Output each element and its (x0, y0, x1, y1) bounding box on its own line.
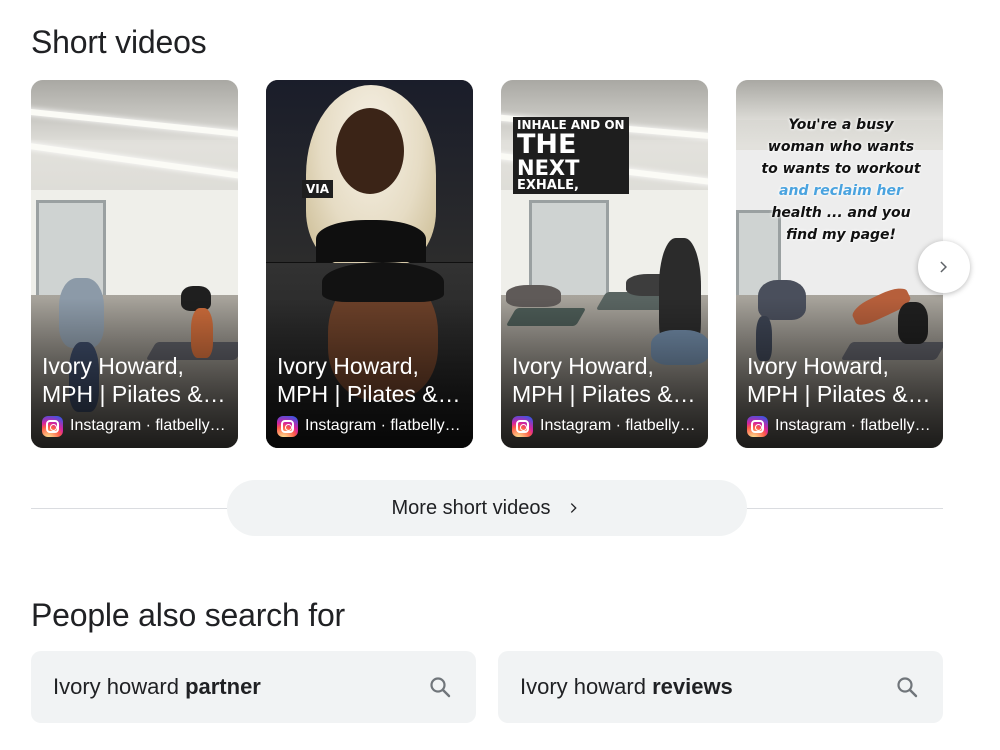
video-source: Instagram · flatbellyfitness (42, 415, 228, 437)
chevron-right-icon (940, 261, 947, 273)
video-card-2[interactable]: VIA Ivory Howard, MPH | Pilates & Fitnes… (266, 80, 473, 448)
related-search-text: Ivory howard partner (53, 674, 261, 699)
more-short-videos-label: More short videos (391, 496, 551, 519)
related-search-reviews[interactable]: Ivory howard reviews (498, 651, 943, 723)
related-search-text: Ivory howard reviews (520, 674, 733, 699)
video-title: Ivory Howard, MPH | Pilates & Fitness (277, 353, 438, 407)
video-card-3[interactable]: INHALE AND ON THE NEXT EXHALE, Ivory How… (501, 80, 708, 448)
search-icon (897, 677, 918, 698)
video-card-4[interactable]: You're a busy woman who wants to wants t… (736, 80, 943, 448)
people-also-search-heading: People also search for (31, 597, 346, 633)
video-title: Ivory Howard, MPH | Pilates & Fitness (747, 353, 908, 407)
more-short-videos-row: More short videos (31, 480, 943, 536)
overlay-caption: You're a busy woman who wants to wants t… (761, 117, 921, 243)
search-icon (430, 677, 451, 698)
video-source: Instagram · flatbellyfitness (512, 415, 698, 437)
more-short-videos-button[interactable]: More short videos (227, 480, 747, 536)
divider (747, 508, 943, 509)
short-videos-heading: Short videos (31, 24, 207, 60)
instagram-icon (277, 415, 298, 437)
video-source: Instagram · flatbellyfitness (747, 415, 933, 437)
overlay-caption: INHALE AND ON THE NEXT EXHALE, (513, 117, 629, 194)
overlay-caption: VIA (302, 180, 334, 198)
video-title: Ivory Howard, MPH | Pilates & Fitness (42, 353, 203, 407)
short-videos-carousel: Ivory Howard, MPH | Pilates & Fitness In… (31, 80, 943, 448)
video-card-1[interactable]: Ivory Howard, MPH | Pilates & Fitness In… (31, 80, 238, 448)
divider (31, 508, 227, 509)
instagram-icon (42, 415, 63, 437)
instagram-icon (747, 415, 768, 437)
video-source: Instagram · flatbellyfitness (277, 415, 463, 437)
video-title: Ivory Howard, MPH | Pilates & Fitness (512, 353, 673, 407)
carousel-next-button[interactable] (918, 241, 970, 293)
instagram-icon (512, 415, 533, 437)
related-search-partner[interactable]: Ivory howard partner (31, 651, 476, 723)
chevron-right-icon (566, 500, 582, 516)
